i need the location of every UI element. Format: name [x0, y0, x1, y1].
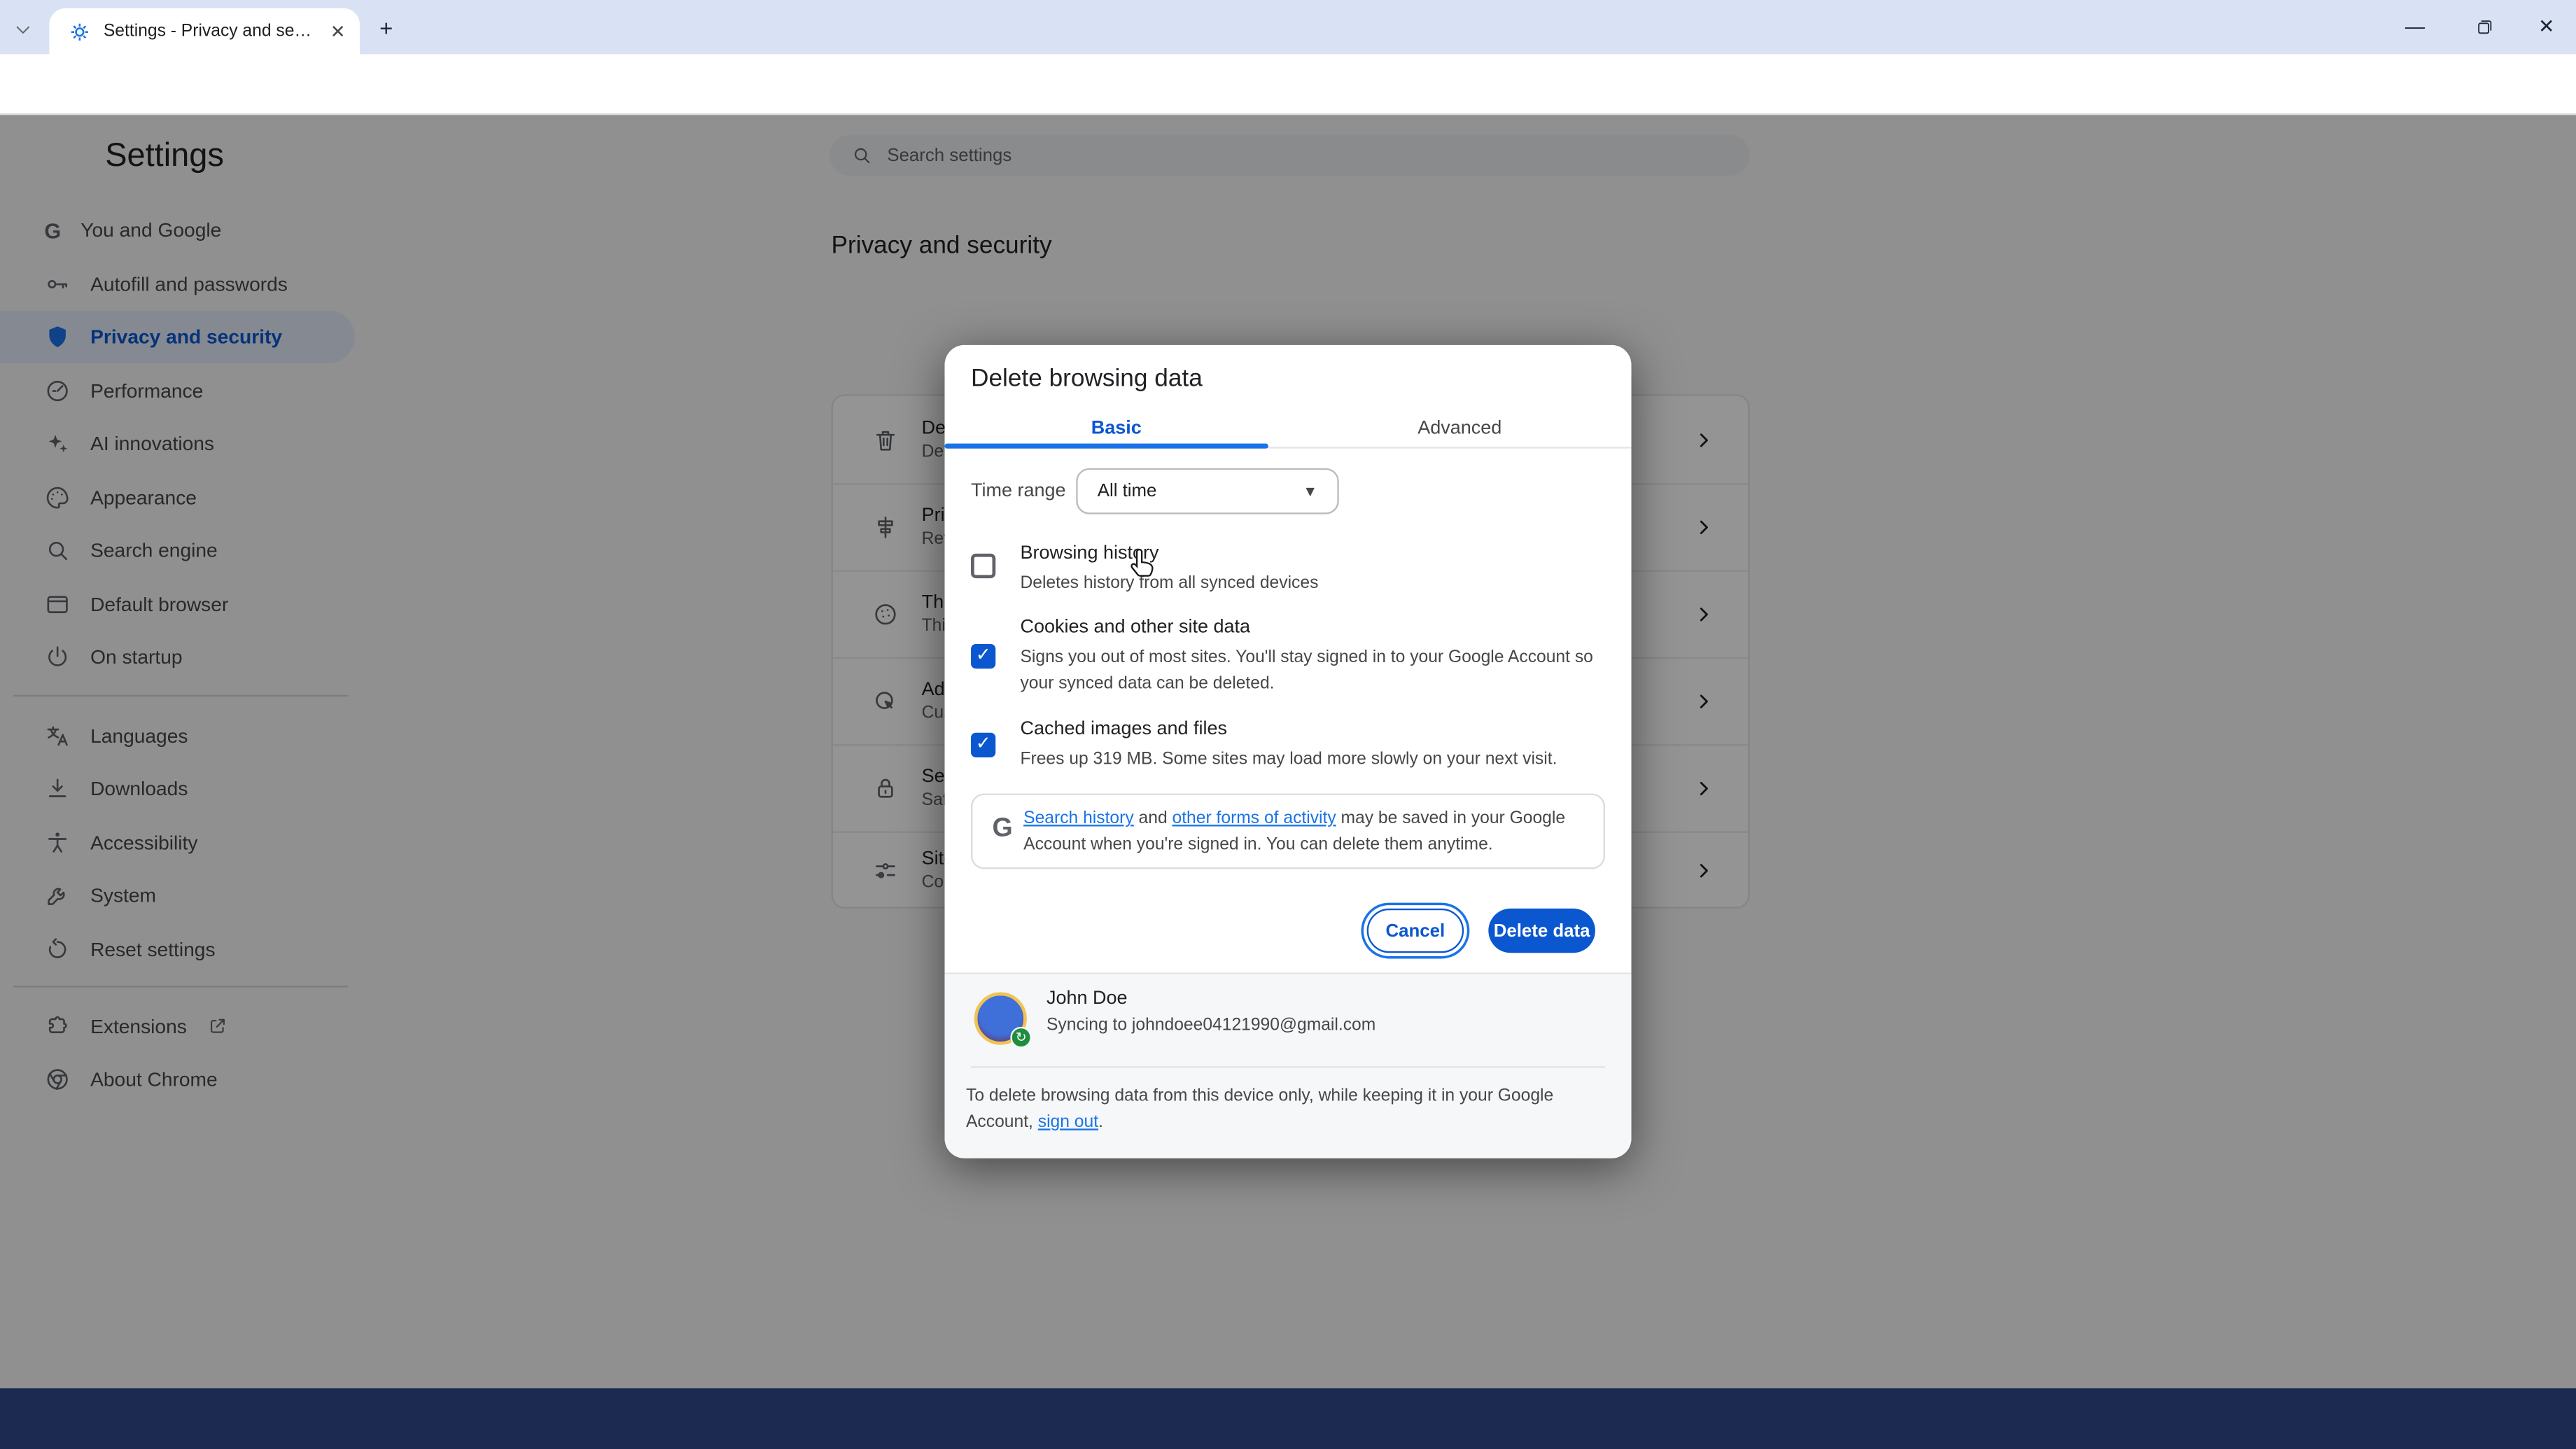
checkbox-cached-images[interactable]: ✓ [971, 733, 995, 757]
google-g-icon: G [993, 815, 1013, 844]
delete-data-button[interactable]: Delete data [1488, 909, 1595, 953]
window-minimize-button[interactable]: — [2384, 0, 2446, 52]
signout-note: To delete browsing data from this device… [966, 1083, 1616, 1135]
check-sub: Signs you out of most sites. You'll stay… [1020, 644, 1611, 696]
sync-badge-icon: ↻ [1010, 1027, 1032, 1049]
tab-basic[interactable]: Basic [944, 407, 1288, 449]
dialog-footer: ↻ John Doe Syncing to johndoee04121990@g… [944, 972, 1631, 1158]
check-sub: Frees up 319 MB. Some sites may load mor… [1020, 746, 1611, 773]
delete-browsing-data-dialog: Delete browsing data Basic Advanced Time… [944, 345, 1631, 1158]
checkbox-browsing-history[interactable] [971, 554, 995, 578]
time-range-value: All time [1098, 482, 1157, 501]
check-sub: Deletes history from all synced devices [1020, 570, 1611, 596]
sign-out-link[interactable]: sign out [1038, 1112, 1098, 1132]
sync-status: Syncing to johndoee04121990@gmail.com [1046, 1015, 1376, 1035]
dropdown-caret-icon: ▼ [1303, 483, 1317, 499]
time-range-label: Time range [971, 482, 1066, 501]
checkbox-cookies[interactable]: ✓ [971, 644, 995, 668]
other-activity-link[interactable]: other forms of activity [1172, 808, 1336, 828]
tab-close-icon[interactable]: ✕ [330, 20, 346, 42]
account-name: John Doe [1046, 989, 1128, 1009]
time-range-select[interactable]: All time ▼ [1076, 468, 1339, 514]
search-history-link[interactable]: Search history [1023, 808, 1134, 828]
browser-titlebar: Settings - Privacy and security ✕ + — ✕ [0, 0, 2576, 54]
tab-search-icon[interactable] [13, 20, 33, 39]
tab-advanced[interactable]: Advanced [1288, 407, 1632, 449]
mouse-cursor [1127, 547, 1160, 584]
taskbar: ENG US 4:38 am 24 Oct 2025 [0, 1388, 2576, 1449]
check-label[interactable]: Cookies and other site data [1020, 617, 1250, 637]
browser-tab[interactable]: Settings - Privacy and security ✕ [49, 8, 360, 55]
cancel-button[interactable]: Cancel [1367, 909, 1464, 953]
new-tab-button[interactable]: + [379, 15, 393, 41]
window-close-button[interactable]: ✕ [2515, 0, 2576, 52]
settings-gear-favicon [69, 20, 91, 42]
browser-toolbar: Chrome chrome://settings/clearBrowserDat… [0, 54, 2576, 115]
footer-divider [971, 1066, 1605, 1068]
note-text: Search history and other forms of activi… [1023, 805, 1595, 858]
dialog-title: Delete browsing data [971, 365, 1203, 393]
active-tab-underline [944, 444, 1268, 449]
google-account-note: G Search history and other forms of acti… [971, 794, 1605, 869]
window-restore-button[interactable] [2453, 0, 2515, 52]
screen: Settings - Privacy and security ✕ + — ✕ … [0, 0, 2576, 1449]
tab-title: Settings - Privacy and security [104, 22, 317, 41]
check-label[interactable]: Cached images and files [1020, 720, 1227, 739]
